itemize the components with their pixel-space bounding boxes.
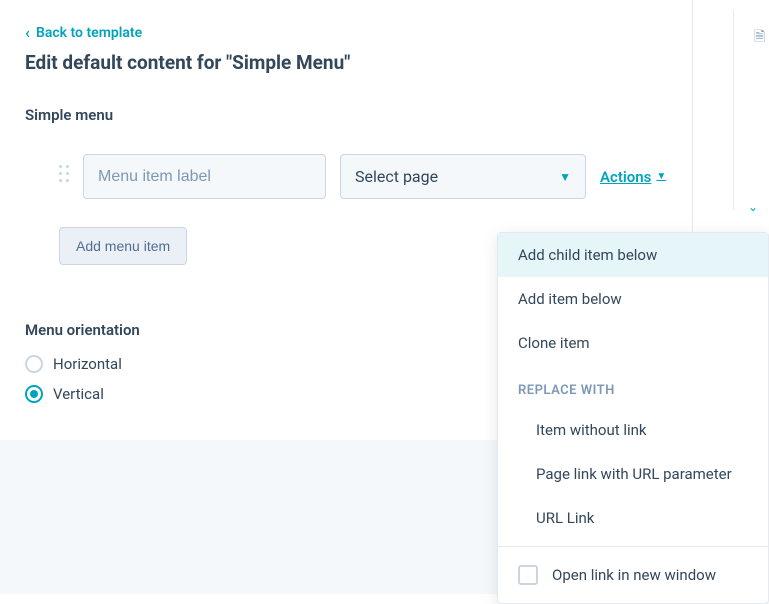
caret-down-icon: ▼ <box>656 171 666 182</box>
dropdown-item-without-link[interactable]: Item without link <box>498 408 768 452</box>
radio-label: Vertical <box>53 385 104 403</box>
dropdown-clone-item[interactable]: Clone item <box>498 321 768 365</box>
dropdown-add-item-below[interactable]: Add item below <box>498 277 768 321</box>
page-title: Edit default content for "Simple Menu" <box>25 51 667 74</box>
back-link-text: Back to template <box>36 25 142 41</box>
caret-down-icon: ▼ <box>559 170 571 184</box>
chevron-down-icon[interactable]: ⌄ <box>748 200 758 214</box>
actions-dropdown-menu: Add child item below Add item below Clon… <box>497 232 769 604</box>
select-page-text: Select page <box>355 167 438 186</box>
right-card: 🗎 <box>733 10 769 210</box>
radio-icon <box>25 355 43 373</box>
menu-item-label-input[interactable] <box>83 154 326 199</box>
select-page-dropdown[interactable]: Select page ▼ <box>340 154 586 199</box>
checkbox-label: Open link in new window <box>552 566 716 584</box>
drag-handle-icon[interactable] <box>59 165 69 189</box>
checkbox-icon[interactable] <box>518 565 538 585</box>
dropdown-add-child-below[interactable]: Add child item below <box>498 233 768 277</box>
dropdown-open-new-window-row[interactable]: Open link in new window <box>498 546 768 603</box>
menu-item-row: Select page ▼ Actions ▼ <box>25 154 667 199</box>
actions-button[interactable]: Actions ▼ <box>600 168 666 186</box>
document-icon: 🗎 <box>754 26 765 50</box>
actions-text: Actions <box>600 168 651 186</box>
dropdown-page-link-url-param[interactable]: Page link with URL parameter <box>498 452 768 496</box>
simple-menu-label: Simple menu <box>25 106 667 124</box>
radio-icon <box>25 385 43 403</box>
dropdown-replace-header: REPLACE WITH <box>498 365 768 408</box>
dropdown-url-link[interactable]: URL Link <box>498 496 768 540</box>
radio-label: Horizontal <box>53 355 122 373</box>
back-to-template-link[interactable]: ‹ Back to template <box>25 25 667 41</box>
chevron-left-icon: ‹ <box>25 25 30 41</box>
radio-inner-icon <box>30 390 38 398</box>
add-menu-item-button[interactable]: Add menu item <box>59 227 187 265</box>
